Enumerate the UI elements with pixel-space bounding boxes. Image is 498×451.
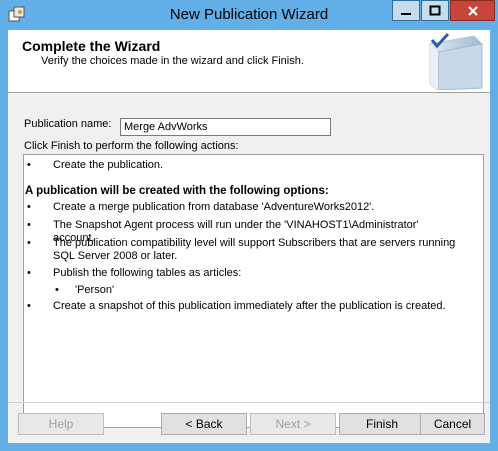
- wizard-header: Complete the Wizard Verify the choices m…: [8, 30, 490, 93]
- actions-text-box[interactable]: • Create the publication. A publication …: [23, 154, 484, 428]
- option-text: Create a snapshot of this publication im…: [53, 300, 446, 312]
- window-bottom-border: [0, 443, 498, 451]
- back-button[interactable]: < Back: [161, 413, 247, 435]
- title-bar[interactable]: New Publication Wizard: [0, 0, 498, 30]
- close-button[interactable]: [450, 0, 495, 21]
- finish-button[interactable]: Finish: [339, 413, 425, 435]
- minimize-button[interactable]: [392, 0, 420, 21]
- bullet: •: [27, 300, 31, 312]
- bullet: •: [27, 201, 31, 213]
- bullet: •: [27, 267, 31, 279]
- maximize-icon: [429, 5, 441, 16]
- footer-divider: [8, 402, 490, 403]
- options-heading: A publication will be created with the f…: [25, 185, 329, 197]
- next-button[interactable]: Next >: [250, 413, 336, 435]
- bullet: •: [27, 159, 31, 171]
- publication-name-input[interactable]: [120, 118, 331, 136]
- article-text: 'Person': [75, 284, 115, 296]
- book-check-icon: [429, 32, 483, 90]
- publication-name-label: Publication name:: [24, 118, 112, 130]
- help-button[interactable]: Help: [18, 413, 104, 435]
- bullet: •: [27, 219, 31, 231]
- cancel-button[interactable]: Cancel: [420, 413, 485, 435]
- instructions-label: Click Finish to perform the following ac…: [24, 140, 239, 152]
- minimize-icon: [401, 12, 411, 15]
- option-text: Create a merge publication from database…: [53, 201, 375, 213]
- close-icon: [467, 5, 478, 16]
- wizard-client-area: Complete the Wizard Verify the choices m…: [8, 30, 490, 443]
- page-subtitle: Verify the choices made in the wizard an…: [41, 55, 304, 67]
- bullet: •: [27, 237, 31, 249]
- action-text: Create the publication.: [53, 159, 164, 171]
- bullet: •: [55, 284, 59, 296]
- option-text: The publication compatibility level will…: [53, 237, 456, 262]
- page-title: Complete the Wizard: [22, 38, 161, 54]
- maximize-button[interactable]: [421, 0, 449, 21]
- option-text: Publish the following tables as articles…: [53, 267, 242, 279]
- wizard-window: New Publication Wizard Complete the Wiza…: [0, 0, 498, 451]
